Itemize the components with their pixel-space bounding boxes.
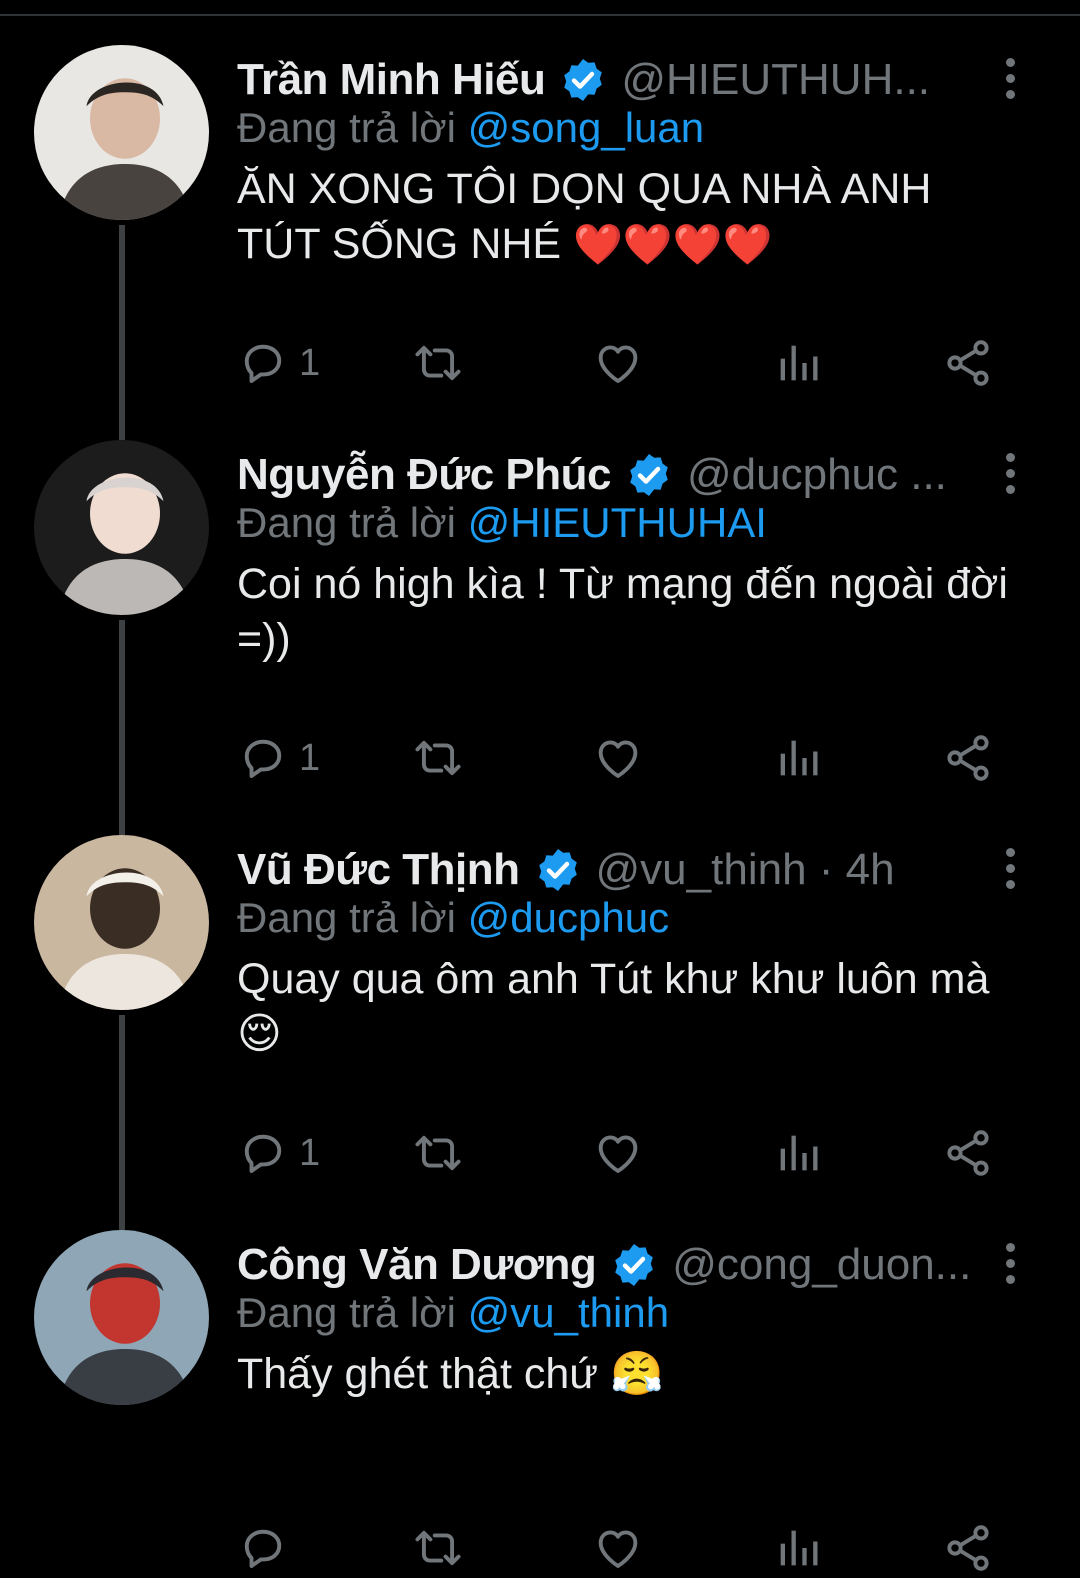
- tweet-text: Coi nó high kìa ! Từ mạng đến ngoài đời …: [237, 557, 1017, 667]
- analytics-icon: [772, 337, 824, 389]
- username-handle[interactable]: @HIEUTHUH...: [621, 55, 930, 105]
- views-button[interactable]: [772, 333, 824, 393]
- reply-icon: [237, 337, 289, 389]
- retweet-icon: [412, 337, 464, 389]
- views-button[interactable]: [772, 1123, 824, 1183]
- tweet-header: Công Văn Dương @cong_duon...: [237, 1235, 971, 1295]
- like-button[interactable]: [592, 1518, 644, 1578]
- reply-icon: [237, 1522, 289, 1574]
- display-name[interactable]: Nguyễn Đức Phúc: [237, 450, 611, 500]
- verified-badge-icon: [534, 846, 582, 894]
- share-button[interactable]: [942, 1123, 994, 1183]
- reply-button[interactable]: 1: [237, 1123, 320, 1183]
- more-vertical-icon[interactable]: [990, 48, 1030, 108]
- mention-link[interactable]: @ducphuc: [468, 894, 669, 941]
- mention-link[interactable]: @vu_thinh: [468, 1289, 669, 1336]
- reply-button[interactable]: 1: [237, 333, 320, 393]
- username-handle[interactable]: @vu_thinh · 4h: [596, 845, 895, 895]
- retweet-button[interactable]: [412, 1123, 464, 1183]
- reply-button[interactable]: [237, 1518, 299, 1578]
- mention-link[interactable]: @song_luan: [468, 104, 704, 151]
- views-button[interactable]: [772, 728, 824, 788]
- tweet-text-content: Quay qua ôm anh Tút khư khư luôn mà: [237, 955, 990, 1003]
- thread-line: [119, 620, 125, 835]
- analytics-icon: [772, 732, 824, 784]
- top-divider: [0, 14, 1080, 16]
- analytics-icon: [772, 1522, 824, 1574]
- like-button[interactable]: [592, 1123, 644, 1183]
- replying-to: Đang trả lời @ducphuc: [237, 894, 669, 942]
- thread-line: [119, 1015, 125, 1230]
- tweet-text: ĂN XONG TÔI DỌN QUA NHÀ ANH TÚT SỐNG NHÉ…: [237, 162, 1017, 273]
- reply-icon: [237, 1127, 289, 1179]
- share-icon: [942, 337, 994, 389]
- retweet-icon: [412, 732, 464, 784]
- display-name[interactable]: Trần Minh Hiếu: [237, 55, 546, 105]
- avatar[interactable]: [34, 1230, 209, 1405]
- heart-icon: [592, 1127, 644, 1179]
- more-vertical-icon[interactable]: [990, 838, 1030, 898]
- tweet-actions: 1: [237, 333, 1007, 393]
- username-handle[interactable]: @ducphuc ...: [687, 450, 947, 500]
- tweet-header: Vũ Đức Thịnh @vu_thinh · 4h: [237, 840, 895, 900]
- more-vertical-icon[interactable]: [990, 443, 1030, 503]
- verified-badge-icon: [625, 451, 673, 499]
- like-button[interactable]: [592, 728, 644, 788]
- tweet-actions: 1: [237, 1123, 1007, 1183]
- reply-icon: [237, 732, 289, 784]
- reply-button[interactable]: 1: [237, 728, 320, 788]
- verified-badge-icon: [559, 56, 607, 104]
- tweet-text-content: Thấy ghét thật chứ: [237, 1350, 610, 1398]
- mention-link[interactable]: @HIEUTHUHAI: [468, 499, 767, 546]
- replying-to-label: Đang trả lời: [237, 104, 468, 151]
- retweet-button[interactable]: [412, 1518, 464, 1578]
- tweet-text-content: Coi nó high kìa ! Từ mạng đến ngoài đời …: [237, 560, 1008, 663]
- emoji: ❤️❤️❤️❤️: [573, 222, 773, 268]
- display-name[interactable]: Công Văn Dương: [237, 1240, 597, 1290]
- retweet-icon: [412, 1127, 464, 1179]
- tweet-actions: 1: [237, 728, 1007, 788]
- tweet-text: Thấy ghét thật chứ 😤: [237, 1347, 1017, 1402]
- username-handle[interactable]: @cong_duon...: [672, 1240, 971, 1290]
- emoji: 😌: [237, 1009, 282, 1059]
- avatar[interactable]: [34, 835, 209, 1010]
- replying-to: Đang trả lời @vu_thinh: [237, 1289, 669, 1337]
- display-name[interactable]: Vũ Đức Thịnh: [237, 845, 520, 895]
- avatar[interactable]: [34, 440, 209, 615]
- reply-count: 1: [299, 341, 321, 384]
- replying-to-label: Đang trả lời: [237, 1289, 468, 1336]
- replying-to: Đang trả lời @song_luan: [237, 104, 704, 152]
- more-vertical-icon[interactable]: [990, 1233, 1030, 1293]
- replying-to-label: Đang trả lời: [237, 894, 468, 941]
- tweet-actions: [237, 1518, 1007, 1578]
- reply-count: 1: [299, 1131, 321, 1174]
- thread-line: [119, 225, 125, 440]
- heart-icon: [592, 732, 644, 784]
- avatar[interactable]: [34, 45, 209, 220]
- tweet-header: Trần Minh Hiếu @HIEUTHUH...: [237, 50, 930, 110]
- share-icon: [942, 1522, 994, 1574]
- views-button[interactable]: [772, 1518, 824, 1578]
- analytics-icon: [772, 1127, 824, 1179]
- share-button[interactable]: [942, 1518, 994, 1578]
- share-button[interactable]: [942, 728, 994, 788]
- share-button[interactable]: [942, 333, 994, 393]
- verified-badge-icon: [610, 1241, 658, 1289]
- heart-icon: [592, 1522, 644, 1574]
- share-icon: [942, 1127, 994, 1179]
- retweet-button[interactable]: [412, 728, 464, 788]
- emoji: 😤: [610, 1349, 664, 1399]
- tweet-header: Nguyễn Đức Phúc @ducphuc ...: [237, 445, 947, 505]
- retweet-button[interactable]: [412, 333, 464, 393]
- replying-to: Đang trả lời @HIEUTHUHAI: [237, 499, 767, 547]
- replying-to-label: Đang trả lời: [237, 499, 468, 546]
- share-icon: [942, 732, 994, 784]
- like-button[interactable]: [592, 333, 644, 393]
- reply-count: 1: [299, 736, 321, 779]
- heart-icon: [592, 337, 644, 389]
- retweet-icon: [412, 1522, 464, 1574]
- tweet-text: Quay qua ôm anh Tút khư khư luôn mà 😌: [237, 952, 1017, 1062]
